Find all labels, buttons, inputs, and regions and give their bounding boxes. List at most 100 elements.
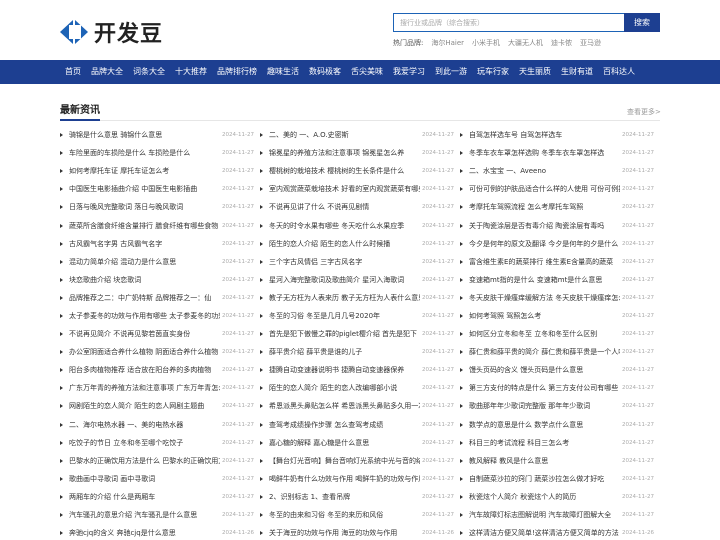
list-item[interactable]: 喝鲜牛奶有什么功效与作用 喝鲜牛奶的功效与作用 2024-11-27 (260, 470, 454, 488)
list-item[interactable]: 二、海尔电热水器 一、美的电热水器 2024-11-27 (60, 416, 254, 434)
news-title-link[interactable]: 自制蔬菜沙拉的窍门 蔬菜沙拉怎么做才好吃 (469, 474, 620, 484)
list-item[interactable]: 樱桃树的栽培技术 樱桃树的生长条件是什么 2024-11-27 (260, 162, 454, 180)
list-item[interactable]: 骑锦是什么意思 骑锦什么意思 2024-11-27 (60, 126, 254, 144)
news-title-link[interactable]: 块恋歌曲介绍 块恋歌词 (69, 275, 220, 285)
list-item[interactable]: 蔬菜所含膳食纤维含量排行 膳食纤维有哪些食物 2024-11-27 (60, 216, 254, 234)
news-title-link[interactable]: 捷腾自动变速器说明书 捷腾自动变速器保养 (269, 365, 420, 375)
list-item[interactable]: 薛仁贵和薛平贵的简介 薛仁贵和薛平贵是一个人吗 2024-11-27 (460, 343, 654, 361)
list-item[interactable]: 关于海豆的功效与作用 海豆的功效与作用 2024-11-26 (260, 524, 454, 540)
news-title-link[interactable]: 星河入海完整歌词及歌曲简介 星河入海歌词 (269, 275, 420, 285)
list-item[interactable]: 歌曲那年年少歌词完整版 那年年少歌词 2024-11-27 (460, 397, 654, 415)
news-title-link[interactable]: 巴黎水的正确饮用方法是什么 巴黎水的正确饮用方法 (69, 456, 220, 466)
news-title-link[interactable]: 樱桃树的栽培技术 樱桃树的生长条件是什么 (269, 166, 420, 176)
news-title-link[interactable]: 不说再见讲了什么 不说再见剧情 (269, 202, 420, 212)
nav-item[interactable]: 十大推荐 (170, 60, 212, 84)
list-item[interactable]: 车险里面的车损险是什么 车损险是什么 2024-11-27 (60, 144, 254, 162)
news-title-link[interactable]: 广东万年青的养殖方法和注意事项 广东万年青怎么养 (69, 383, 220, 393)
list-item[interactable]: 查驾考成绩操作步骤 怎么查驾考成绩 2024-11-27 (260, 416, 454, 434)
list-item[interactable]: 吃饺子的节日 立冬和冬至哪个吃饺子 2024-11-27 (60, 434, 254, 452)
list-item[interactable]: 科目三的考试流程 科目三怎么考 2024-11-27 (460, 434, 654, 452)
list-item[interactable]: 【舞台灯光音响】舞台音响灯光系统中光与音的结合 2024-11-27 (260, 452, 454, 470)
news-title-link[interactable]: 如何考摩托车证 摩托车证怎么考 (69, 166, 220, 176)
nav-item[interactable]: 玩车行家 (472, 60, 514, 84)
news-title-link[interactable]: 考摩托车驾照流程 怎么考摩托车驾照 (469, 202, 620, 212)
list-item[interactable]: 三个字古风情侣 三字古风名字 2024-11-27 (260, 253, 454, 271)
list-item[interactable]: 陌生的恋人介绍 陌生的恋人什么时候播 2024-11-27 (260, 235, 454, 253)
news-title-link[interactable]: 冬季车衣车罩怎样选购 冬季车衣车罩怎样选 (469, 148, 620, 158)
news-title-link[interactable]: 冬至的由来和习俗 冬至的来历和风俗 (269, 510, 420, 520)
news-title-link[interactable]: 冬天皮肤干燥瘙痒缓解方法 冬天皮肤干燥瘙痒怎么办 (469, 293, 620, 303)
list-item[interactable]: 奔驰cjq的含义 奔驰cjq是什么意思 2024-11-26 (60, 524, 254, 540)
news-title-link[interactable]: 冬至的习俗 冬至是几月几号2020年 (269, 311, 420, 321)
nav-item[interactable]: 舌尖美味 (346, 60, 388, 84)
list-item[interactable]: 富含维生素E的蔬菜排行 维生素E含量高的蔬菜 2024-11-27 (460, 253, 654, 271)
list-item[interactable]: 秋瓷炫个人简介 秋瓷炫个人的简历 2024-11-27 (460, 488, 654, 506)
list-item[interactable]: 冬季车衣车罩怎样选购 冬季车衣车罩怎样选 2024-11-27 (460, 144, 654, 162)
news-title-link[interactable]: 首先是犯下傲慢之罪的piglet樱介绍 首先是犯下 (269, 329, 420, 339)
news-title-link[interactable]: 办公室阴面适合养什么植物 阴面适合养什么植物 (69, 347, 220, 357)
list-item[interactable]: 汽车故障灯标志图解说明 汽车故障灯图解大全 2024-11-27 (460, 506, 654, 524)
list-item[interactable]: 2、识别标志 1、查看吊牌 2024-11-27 (260, 488, 454, 506)
nav-item[interactable]: 首页 (60, 60, 86, 84)
news-title-link[interactable]: 富含维生素E的蔬菜排行 维生素E含量高的蔬菜 (469, 257, 620, 267)
more-link[interactable]: 查看更多> (627, 107, 661, 117)
list-item[interactable]: 这样清洁方便又简单!这样清洁方便又简单的方法 2024-11-26 (460, 524, 654, 540)
news-title-link[interactable]: 自驾怎样选车号 自驾怎样选车 (469, 130, 620, 140)
news-title-link[interactable]: 中国医生电影插曲介绍 中国医生电影插曲 (69, 184, 220, 194)
news-title-link[interactable]: 科目三的考试流程 科目三怎么考 (469, 438, 620, 448)
news-title-link[interactable]: 两厢车的介绍 什么是两厢车 (69, 492, 220, 502)
news-title-link[interactable]: 教子无方枉为人表来历 教子无方枉为人表什么意思 (269, 293, 420, 303)
search-input[interactable] (393, 13, 624, 32)
hot-brand-link[interactable]: 小米手机 (472, 38, 500, 48)
news-title-link[interactable]: 变速箱mt指的是什么 变速箱mt是什么意思 (469, 275, 620, 285)
nav-item[interactable]: 百科达人 (598, 60, 640, 84)
news-title-link[interactable]: 嘉心糖的解释 嘉心糖是什么意思 (269, 438, 420, 448)
list-item[interactable]: 第三方支付的特点是什么 第三方支付公司有哪些 2024-11-27 (460, 379, 654, 397)
news-title-link[interactable]: 查驾考成绩操作步骤 怎么查驾考成绩 (269, 420, 420, 430)
news-title-link[interactable]: 陌生的恋人简介 陌生的恋人改编哪部小说 (269, 383, 420, 393)
news-title-link[interactable]: 冬天的时令水果有哪些 冬天吃什么水果应季 (269, 221, 420, 231)
news-title-link[interactable]: 薛仁贵和薛平贵的简介 薛仁贵和薛平贵是一个人吗 (469, 347, 620, 357)
news-title-link[interactable]: 奔驰cjq的含义 奔驰cjq是什么意思 (69, 528, 220, 538)
news-title-link[interactable]: 网剧陌生的恋人简介 陌生的恋人网剧主题曲 (69, 401, 220, 411)
list-item[interactable]: 数学点的意思是什么 数学点什么意思 2024-11-27 (460, 416, 654, 434)
list-item[interactable]: 薛平贵介绍 薛平贵是谁的儿子 2024-11-27 (260, 343, 454, 361)
news-title-link[interactable]: 数学点的意思是什么 数学点什么意思 (469, 420, 620, 430)
news-title-link[interactable]: 第三方支付的特点是什么 第三方支付公司有哪些 (469, 383, 620, 393)
list-item[interactable]: 教子无方枉为人表来历 教子无方枉为人表什么意思 2024-11-27 (260, 289, 454, 307)
list-item[interactable]: 考摩托车驾照流程 怎么考摩托车驾照 2024-11-27 (460, 198, 654, 216)
news-title-link[interactable]: 如何考驾照 驾照怎么考 (469, 311, 620, 321)
hot-brand-link[interactable]: 海尔Haier (431, 38, 464, 48)
news-title-link[interactable]: 不说再见简介 不说再见黎若茵直实身份 (69, 329, 220, 339)
news-title-link[interactable]: 混动力简单介绍 混动力是什么意思 (69, 257, 220, 267)
news-title-link[interactable]: 教风解释 教风是什么意思 (469, 456, 620, 466)
news-title-link[interactable]: 汽车故障灯标志图解说明 汽车故障灯图解大全 (469, 510, 620, 520)
nav-item[interactable]: 词条大全 (128, 60, 170, 84)
list-item[interactable]: 不说再见讲了什么 不说再见剧情 2024-11-27 (260, 198, 454, 216)
news-title-link[interactable]: 歌曲那年年少歌词完整版 那年年少歌词 (469, 401, 620, 411)
nav-item[interactable]: 到此一游 (430, 60, 472, 84)
list-item[interactable]: 二、水宝宝 一、Aveeno 2024-11-27 (460, 162, 654, 180)
list-item[interactable]: 汽车骚孔的意思介绍 汽车骚孔是什么意思 2024-11-27 (60, 506, 254, 524)
list-item[interactable]: 混动力简单介绍 混动力是什么意思 2024-11-27 (60, 253, 254, 271)
news-title-link[interactable]: 二、海尔电热水器 一、美的电热水器 (69, 420, 220, 430)
news-title-link[interactable]: 车险里面的车损险是什么 车损险是什么 (69, 148, 220, 158)
news-title-link[interactable]: 2、识别标志 1、查看吊牌 (269, 492, 420, 502)
list-item[interactable]: 中国医生电影插曲介绍 中国医生电影插曲 2024-11-27 (60, 180, 254, 198)
list-item[interactable]: 变速箱mt指的是什么 变速箱mt是什么意思 2024-11-27 (460, 271, 654, 289)
list-item[interactable]: 日落与晚风完整歌词 落日与晚风歌词 2024-11-27 (60, 198, 254, 216)
news-title-link[interactable]: 太子参麦冬的功效与作用有哪些 太子参麦冬的功效 (69, 311, 220, 321)
list-item[interactable]: 陌生的恋人简介 陌生的恋人改编哪部小说 2024-11-27 (260, 379, 454, 397)
list-item[interactable]: 冬至的由来和习俗 冬至的来历和风俗 2024-11-27 (260, 506, 454, 524)
hot-brand-link[interactable]: 大疆无人机 (508, 38, 543, 48)
list-item[interactable]: 两厢车的介绍 什么是两厢车 2024-11-27 (60, 488, 254, 506)
list-item[interactable]: 关于陶瓷涂层是否有毒介绍 陶瓷涂层有毒吗 2024-11-27 (460, 216, 654, 234)
list-item[interactable]: 太子参麦冬的功效与作用有哪些 太子参麦冬的功效 2024-11-27 (60, 307, 254, 325)
news-title-link[interactable]: 日落与晚风完整歌词 落日与晚风歌词 (69, 202, 220, 212)
list-item[interactable]: 二、美的 一、A.O.史密斯 2024-11-27 (260, 126, 454, 144)
site-logo[interactable]: 开发豆 (60, 16, 163, 48)
news-title-link[interactable]: 馒头页码的含义 馒头页码是什么意思 (469, 365, 620, 375)
nav-item[interactable]: 趣味生活 (262, 60, 304, 84)
list-item[interactable]: 首先是犯下傲慢之罪的piglet樱介绍 首先是犯下 2024-11-27 (260, 325, 454, 343)
list-item[interactable]: 教风解释 教风是什么意思 2024-11-27 (460, 452, 654, 470)
